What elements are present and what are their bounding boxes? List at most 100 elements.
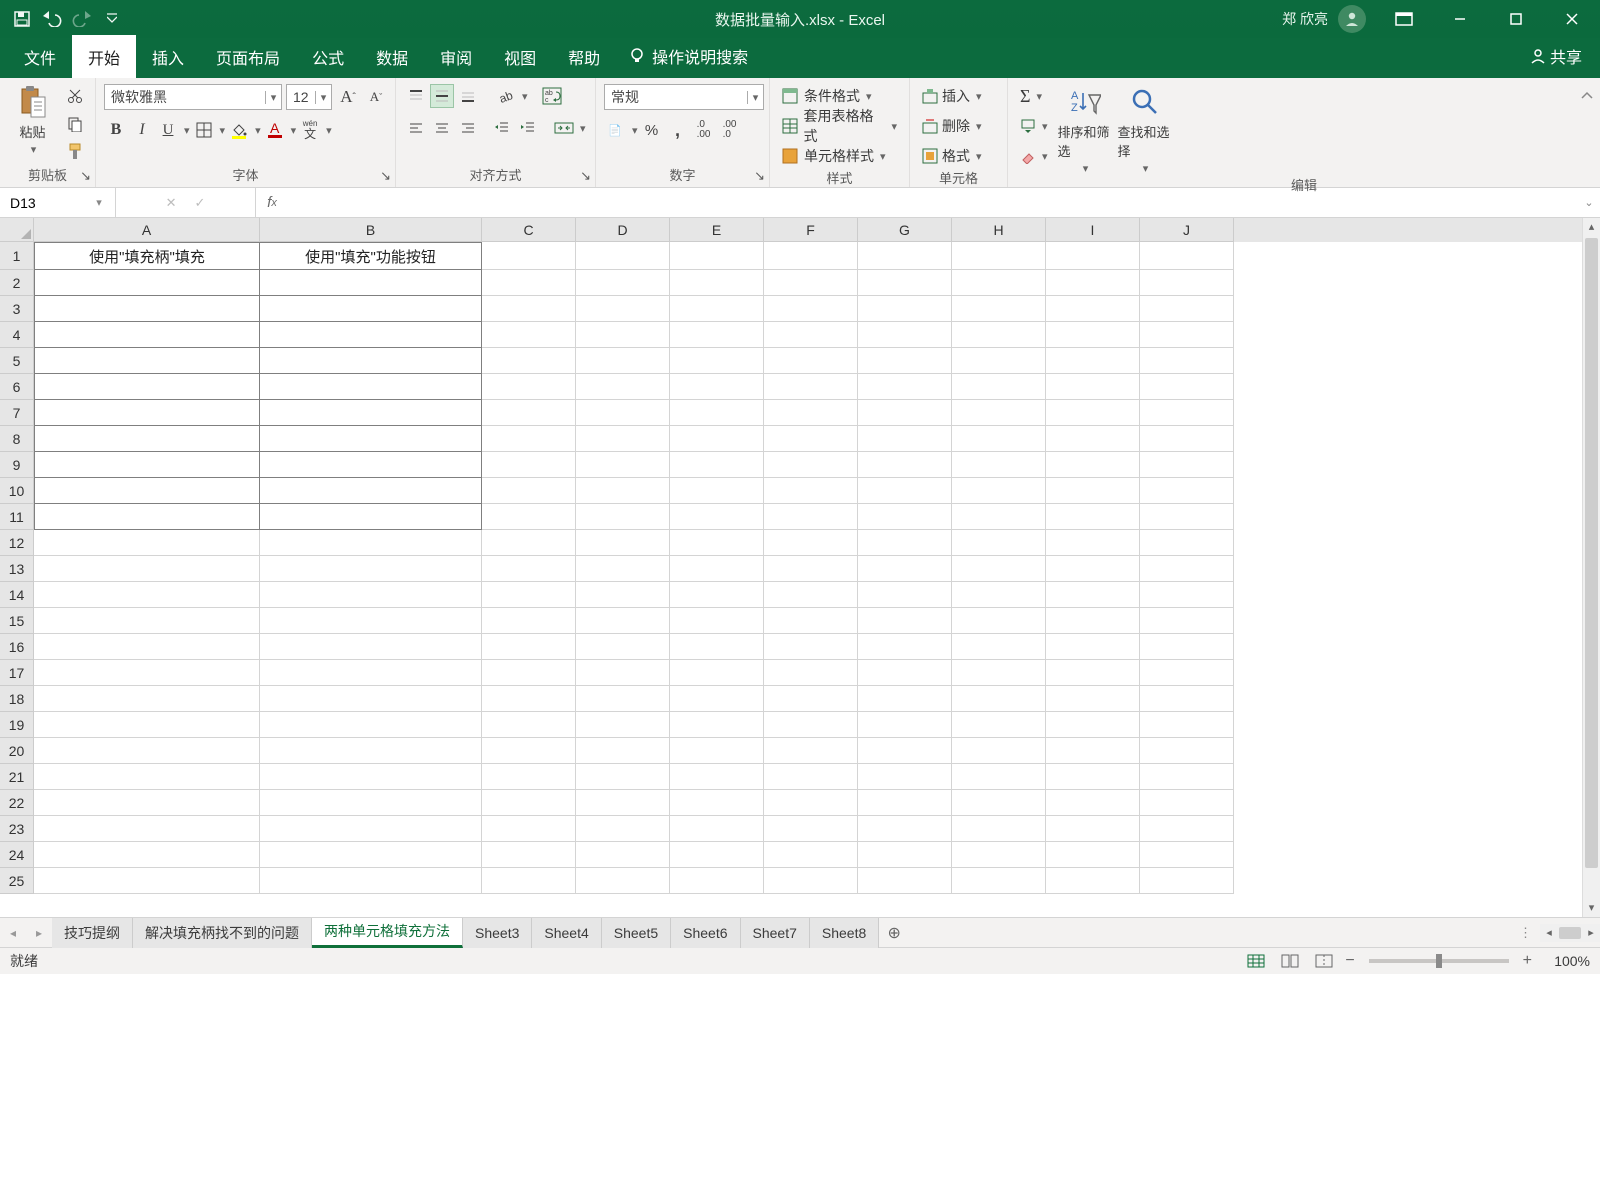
cell[interactable] bbox=[260, 556, 482, 582]
cell[interactable] bbox=[764, 426, 858, 452]
cell[interactable] bbox=[1046, 868, 1140, 894]
cell[interactable] bbox=[260, 270, 482, 296]
cell[interactable] bbox=[858, 296, 952, 322]
cell[interactable] bbox=[260, 608, 482, 634]
cell[interactable] bbox=[670, 816, 764, 842]
cell[interactable] bbox=[670, 322, 764, 348]
cell[interactable] bbox=[260, 582, 482, 608]
align-left-icon[interactable] bbox=[404, 116, 428, 140]
row-header[interactable]: 15 bbox=[0, 608, 34, 634]
cell[interactable] bbox=[260, 790, 482, 816]
cell[interactable] bbox=[858, 790, 952, 816]
cell[interactable] bbox=[670, 556, 764, 582]
cell[interactable] bbox=[482, 426, 576, 452]
cell[interactable] bbox=[576, 686, 670, 712]
cell[interactable] bbox=[482, 270, 576, 296]
cell[interactable] bbox=[952, 556, 1046, 582]
cell[interactable] bbox=[576, 738, 670, 764]
cell[interactable] bbox=[260, 504, 482, 530]
bold-button[interactable]: B bbox=[104, 118, 128, 142]
horizontal-scrollbar[interactable]: ◂ ▸ bbox=[1540, 924, 1600, 942]
cell[interactable] bbox=[952, 842, 1046, 868]
cell[interactable] bbox=[1140, 452, 1234, 478]
cell[interactable] bbox=[260, 868, 482, 894]
cell[interactable] bbox=[858, 660, 952, 686]
zoom-slider[interactable] bbox=[1369, 959, 1509, 963]
cell[interactable] bbox=[576, 452, 670, 478]
cell[interactable] bbox=[34, 426, 260, 452]
cell[interactable] bbox=[34, 634, 260, 660]
row-header[interactable]: 7 bbox=[0, 400, 34, 426]
cell[interactable] bbox=[482, 296, 576, 322]
accounting-format-icon[interactable]: 📄 bbox=[604, 118, 628, 142]
cell[interactable] bbox=[858, 348, 952, 374]
cell[interactable] bbox=[1046, 686, 1140, 712]
cell[interactable] bbox=[1140, 634, 1234, 660]
dialog-launcher-icon[interactable]: ↘ bbox=[580, 168, 591, 184]
cell[interactable] bbox=[34, 712, 260, 738]
cell[interactable] bbox=[576, 426, 670, 452]
cell[interactable] bbox=[670, 634, 764, 660]
cell[interactable] bbox=[1046, 504, 1140, 530]
row-header[interactable]: 14 bbox=[0, 582, 34, 608]
column-header[interactable]: A bbox=[34, 218, 260, 242]
cell[interactable] bbox=[952, 530, 1046, 556]
page-layout-view-icon[interactable] bbox=[1277, 951, 1303, 971]
cell[interactable] bbox=[1046, 374, 1140, 400]
tab-数据[interactable]: 数据 bbox=[360, 35, 424, 78]
row-header[interactable]: 13 bbox=[0, 556, 34, 582]
tab-文件[interactable]: 文件 bbox=[8, 35, 72, 78]
cell[interactable] bbox=[260, 452, 482, 478]
cell[interactable] bbox=[1046, 660, 1140, 686]
increase-decimal-icon[interactable]: .0.00 bbox=[692, 118, 716, 142]
minimize-icon[interactable] bbox=[1432, 0, 1488, 38]
row-header[interactable]: 22 bbox=[0, 790, 34, 816]
column-header[interactable]: J bbox=[1140, 218, 1234, 242]
cell[interactable] bbox=[858, 686, 952, 712]
cell[interactable] bbox=[482, 452, 576, 478]
scroll-up-icon[interactable]: ▴ bbox=[1583, 218, 1600, 236]
share-button[interactable]: 共享 bbox=[1512, 34, 1600, 78]
cell[interactable] bbox=[670, 764, 764, 790]
insert-cells-button[interactable]: 插入▾ bbox=[918, 84, 986, 108]
cell[interactable] bbox=[858, 608, 952, 634]
new-sheet-button[interactable]: ⊕ bbox=[879, 923, 909, 943]
tab-帮助[interactable]: 帮助 bbox=[552, 35, 616, 78]
cell[interactable] bbox=[858, 400, 952, 426]
column-header[interactable]: E bbox=[670, 218, 764, 242]
column-header[interactable]: F bbox=[764, 218, 858, 242]
borders-icon[interactable] bbox=[192, 118, 216, 142]
cell[interactable] bbox=[260, 348, 482, 374]
clear-button[interactable]: ▾ bbox=[1016, 144, 1052, 168]
cell[interactable] bbox=[1140, 296, 1234, 322]
cell[interactable]: 使用"填充"功能按钮 bbox=[260, 242, 482, 270]
conditional-formatting-button[interactable]: 条件格式▾ bbox=[778, 84, 901, 108]
cell[interactable] bbox=[576, 764, 670, 790]
row-header[interactable]: 16 bbox=[0, 634, 34, 660]
column-header[interactable]: H bbox=[952, 218, 1046, 242]
cell[interactable] bbox=[34, 322, 260, 348]
cell[interactable] bbox=[1140, 374, 1234, 400]
row-header[interactable]: 17 bbox=[0, 660, 34, 686]
cell[interactable] bbox=[952, 712, 1046, 738]
cell[interactable] bbox=[764, 270, 858, 296]
align-middle-icon[interactable] bbox=[430, 84, 454, 108]
row-header[interactable]: 19 bbox=[0, 712, 34, 738]
cell[interactable] bbox=[576, 504, 670, 530]
tab-审阅[interactable]: 审阅 bbox=[424, 35, 488, 78]
cell[interactable] bbox=[1046, 738, 1140, 764]
cell[interactable] bbox=[858, 530, 952, 556]
cell[interactable] bbox=[1046, 816, 1140, 842]
worksheet-grid[interactable]: ABCDEFGHIJ 12345678910111213141516171819… bbox=[0, 218, 1600, 918]
vertical-scrollbar[interactable]: ▴ ▾ bbox=[1582, 218, 1600, 917]
phonetic-icon[interactable]: wén文 bbox=[298, 118, 322, 142]
orientation-icon[interactable]: ab bbox=[494, 84, 518, 108]
cell[interactable] bbox=[34, 660, 260, 686]
cell[interactable] bbox=[1140, 868, 1234, 894]
cell[interactable] bbox=[670, 426, 764, 452]
cell[interactable] bbox=[576, 634, 670, 660]
cell[interactable] bbox=[260, 634, 482, 660]
cell[interactable] bbox=[1046, 842, 1140, 868]
cell[interactable] bbox=[1140, 764, 1234, 790]
cell[interactable] bbox=[576, 842, 670, 868]
